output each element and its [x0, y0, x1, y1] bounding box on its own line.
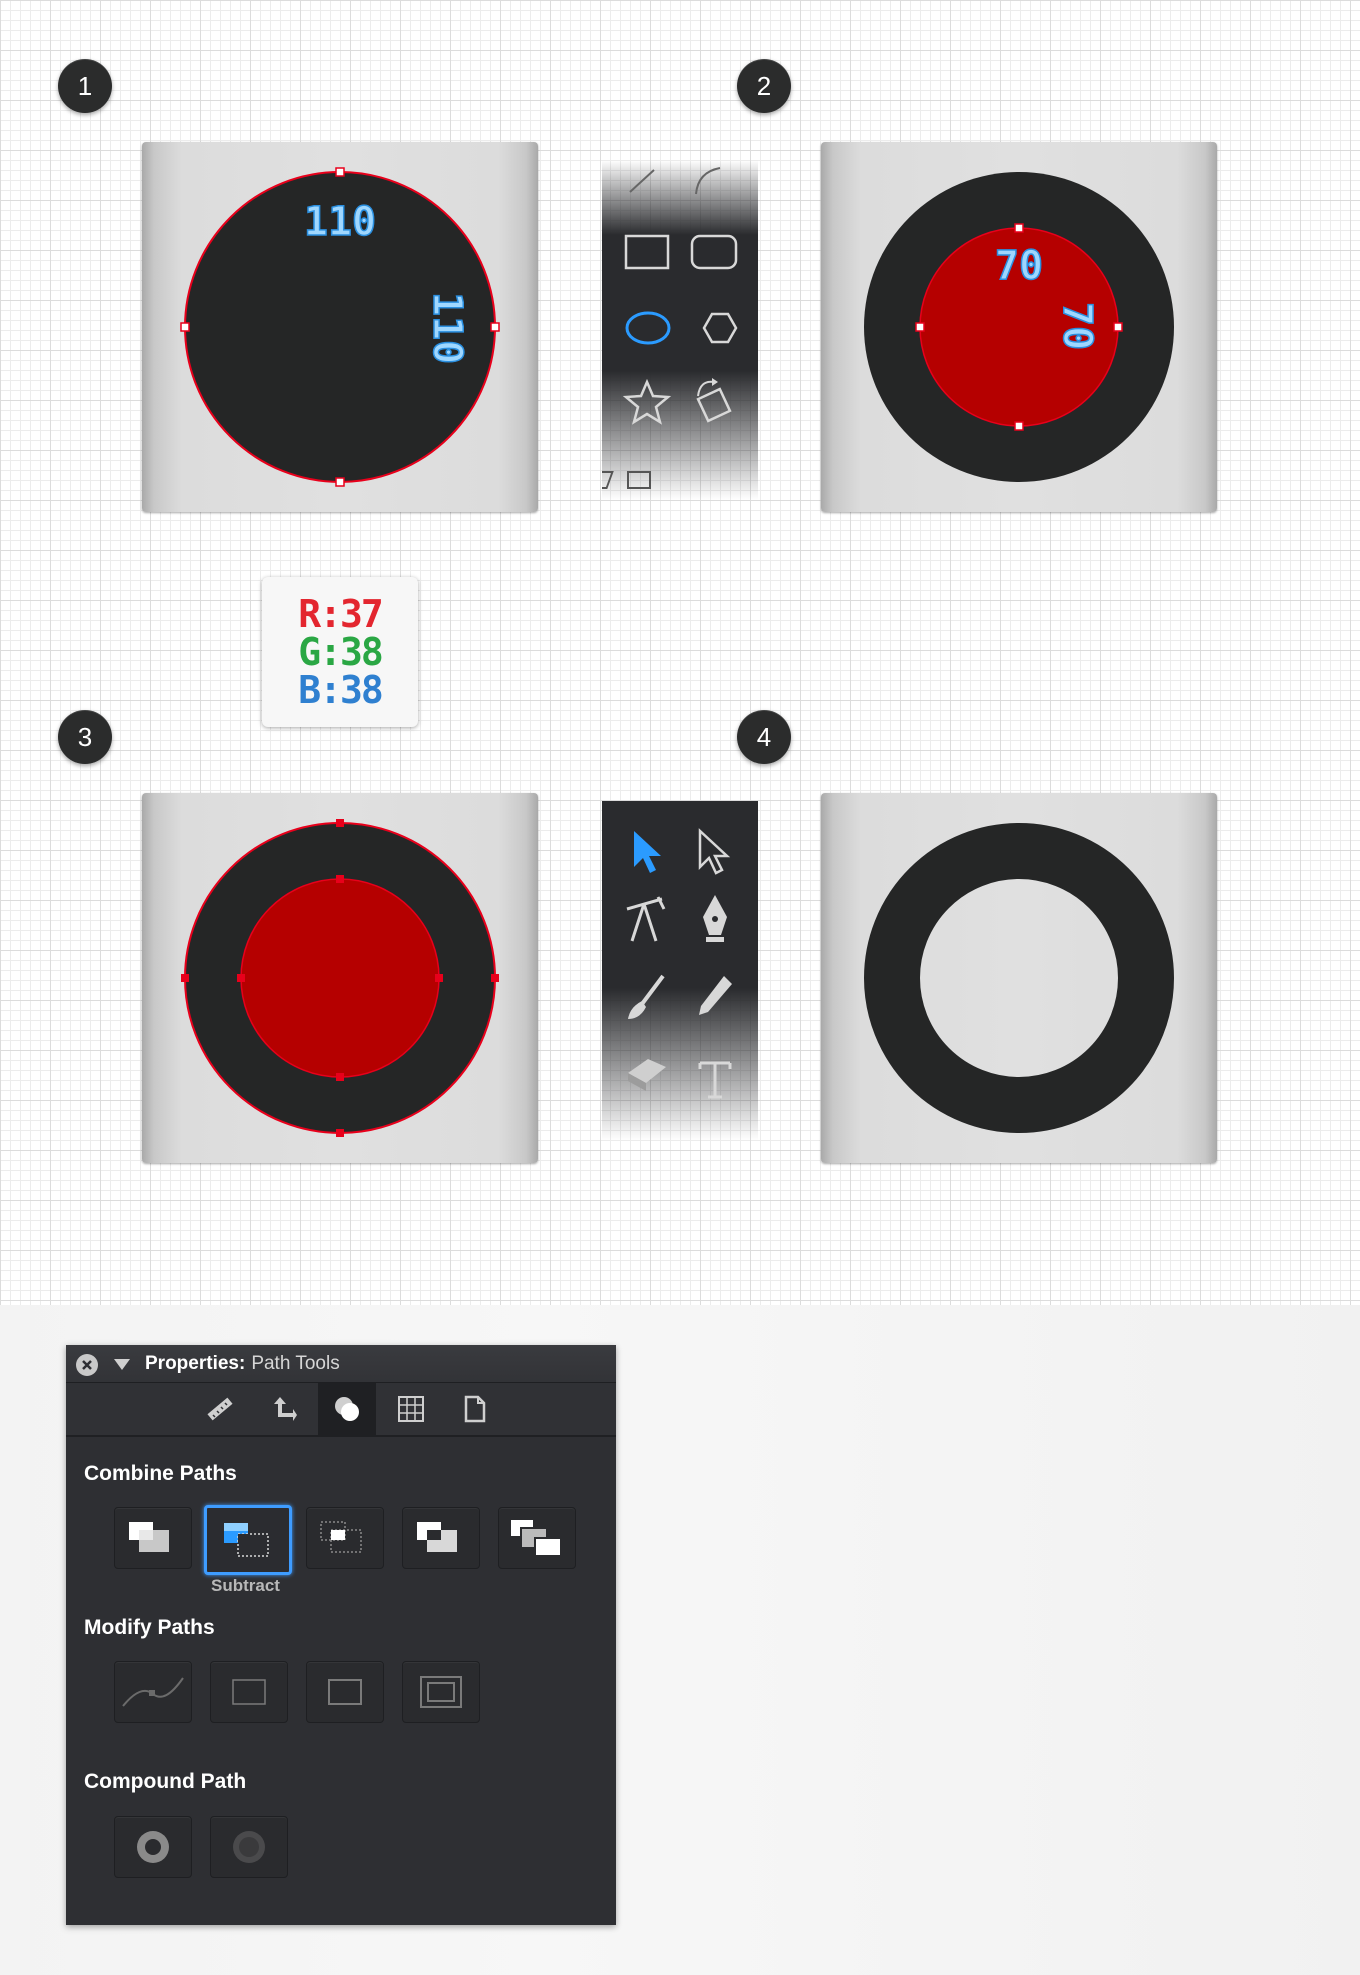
blue-value: B:38: [298, 668, 384, 712]
anchor-right[interactable]: [1113, 322, 1123, 332]
tab-combine[interactable]: [318, 1383, 376, 1435]
grid-icon: [398, 1396, 424, 1422]
step2-card: 70 70: [821, 142, 1217, 512]
properties-panel: Properties: Path Tools Combine Paths Subt…: [66, 1345, 616, 1925]
panel-titlebar: Properties: Path Tools: [66, 1345, 616, 1383]
release-compound-button[interactable]: [210, 1816, 288, 1878]
anchor-top[interactable]: [1014, 223, 1024, 233]
make-compound-icon: [137, 1831, 169, 1863]
outline-stroke-icon: [232, 1679, 266, 1705]
move-icon: [274, 1397, 297, 1421]
anchor-bottom[interactable]: [1014, 421, 1024, 431]
smooth-path-icon: [122, 1677, 184, 1707]
combine-icon: [335, 1397, 359, 1421]
selection-tools-strip: [602, 801, 758, 1141]
anchor-left[interactable]: [180, 322, 190, 332]
tab-grid[interactable]: [382, 1383, 440, 1435]
step-badge-2: 2: [737, 59, 791, 113]
subtract-label: Subtract: [211, 1576, 280, 1595]
ruler-icon: [207, 1397, 233, 1421]
panel-title: Properties: Path Tools: [145, 1353, 340, 1375]
unite-button[interactable]: [114, 1507, 192, 1569]
tab-move[interactable]: [254, 1383, 312, 1435]
green-value: G:38: [298, 630, 384, 674]
anchor-right[interactable]: [490, 322, 500, 332]
modify-paths-label: Modify Paths: [84, 1616, 215, 1639]
compound-path-label: Compound Path: [84, 1770, 247, 1793]
red-circle[interactable]: [240, 878, 440, 1078]
intersect-icon: [320, 1521, 362, 1553]
release-compound-icon: [233, 1831, 265, 1863]
offset-button[interactable]: [402, 1661, 480, 1723]
step-badge-1: 1: [58, 59, 112, 113]
red-value: R:37: [298, 592, 384, 636]
expand-icon: [328, 1679, 362, 1705]
document-icon: [464, 1395, 486, 1423]
panel-icon-tabs: [66, 1383, 616, 1437]
anchor-inner-left[interactable]: [237, 974, 245, 982]
step4-card: [821, 793, 1217, 1163]
divide-icon: [511, 1520, 562, 1557]
collapse-triangle-icon[interactable]: [114, 1359, 130, 1370]
exclude-icon: [417, 1522, 457, 1552]
offset-icon: [420, 1676, 462, 1708]
anchor-inner-right[interactable]: [435, 974, 443, 982]
anchor-outer-left[interactable]: [181, 974, 189, 982]
step-badge-4: 4: [737, 710, 791, 764]
panel-title-rest: Path Tools: [251, 1353, 340, 1374]
anchor-outer-bottom[interactable]: [336, 1129, 344, 1137]
tab-document[interactable]: [446, 1383, 504, 1435]
close-icon[interactable]: [76, 1354, 98, 1376]
subtract-button[interactable]: [204, 1505, 292, 1575]
width-dimension: 110: [304, 199, 376, 245]
combine-paths-label: Combine Paths: [84, 1462, 237, 1485]
width-dimension: 70: [995, 243, 1043, 289]
anchor-inner-bottom[interactable]: [336, 1073, 344, 1081]
expand-button[interactable]: [306, 1661, 384, 1723]
rgb-color-card: R:37 G:38 B:38: [262, 577, 418, 727]
outline-stroke-button[interactable]: [210, 1661, 288, 1723]
anchor-bottom[interactable]: [335, 477, 345, 487]
anchor-left[interactable]: [915, 322, 925, 332]
exclude-button[interactable]: [402, 1507, 480, 1569]
ring-shape[interactable]: [864, 823, 1174, 1133]
tab-ruler[interactable]: [190, 1383, 248, 1435]
step1-card: 110 110: [142, 142, 538, 512]
anchor-outer-right[interactable]: [491, 974, 499, 982]
make-compound-button[interactable]: [114, 1816, 192, 1878]
panel-title-bold: Properties:: [145, 1353, 246, 1374]
anchor-top[interactable]: [335, 167, 345, 177]
height-dimension: 70: [1054, 302, 1100, 350]
shape-tools-strip: [602, 160, 758, 500]
step3-card: [142, 793, 538, 1163]
height-dimension: 110: [424, 292, 470, 364]
intersect-button[interactable]: [306, 1507, 384, 1569]
step-badge-3: 3: [58, 710, 112, 764]
subtract-icon: [224, 1523, 269, 1557]
anchor-inner-top[interactable]: [336, 875, 344, 883]
anchor-outer-top[interactable]: [336, 819, 344, 827]
smooth-path-button[interactable]: [114, 1661, 192, 1723]
divide-button[interactable]: [498, 1507, 576, 1569]
unite-icon: [129, 1522, 169, 1552]
